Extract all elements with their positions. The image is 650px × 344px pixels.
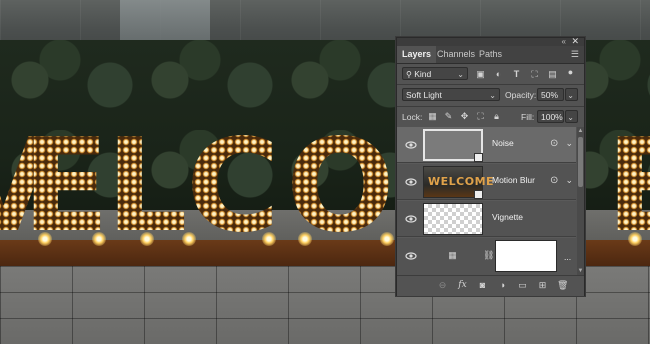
expand-chevron-icon[interactable]: ⌄ <box>565 138 573 149</box>
smart-object-icon <box>474 190 483 199</box>
layer-mask-thumbnail[interactable] <box>495 240 557 272</box>
bulb-glow <box>92 232 106 246</box>
layer-row-adjustment[interactable]: ▦ ⛓ ... <box>397 238 576 275</box>
thumbnail-text: WELCOME <box>428 175 495 188</box>
filter-toggle-icon[interactable]: ● <box>565 67 576 78</box>
bulb-glow <box>628 232 642 246</box>
lock-position-icon[interactable]: ✥ <box>459 111 470 122</box>
layer-row-vignette[interactable]: Vignette <box>397 201 576 237</box>
layers-list: Noise ⊙ ⌄ WELCOME Motion Blur ⊙ ⌄ Vignet… <box>397 127 576 275</box>
blend-mode-value: Soft Light <box>406 90 442 100</box>
layer-name[interactable]: Motion Blur <box>492 175 535 185</box>
eye-icon[interactable] <box>405 250 417 262</box>
folder-icon[interactable]: ▭ <box>517 280 528 291</box>
new-layer-icon[interactable]: ⊞ <box>537 280 548 291</box>
layer-row-motion-blur[interactable]: WELCOME Motion Blur ⊙ ⌄ <box>397 164 576 200</box>
type-filter-icon[interactable]: T <box>511 69 522 80</box>
bulb-glow <box>182 232 196 246</box>
filter-kind-label: Kind <box>414 69 432 79</box>
scroll-thumb[interactable] <box>578 137 583 187</box>
image-filter-icon[interactable]: ▣ <box>475 69 486 80</box>
panel-menu-icon[interactable]: ☰ <box>571 49 579 60</box>
eye-icon[interactable] <box>405 139 417 151</box>
smart-filter-icon[interactable]: ⊙ <box>550 175 562 187</box>
layer-name[interactable]: Noise <box>492 138 514 148</box>
filter-row: ⚲ Kind ⌄ ▣ ◐ T ⛶ ▤ ● <box>397 66 584 82</box>
bulb-glow <box>380 232 394 246</box>
lock-artboard-icon[interactable]: ⛶ <box>475 111 486 122</box>
fill-slider-button[interactable]: ⌄ <box>565 110 578 123</box>
mask-icon[interactable]: ◙ <box>477 280 488 291</box>
fx-icon[interactable]: fx <box>457 280 468 291</box>
divider <box>397 106 584 107</box>
adjustment-icon[interactable]: ◑ <box>497 280 508 291</box>
panel-titlebar: « ✕ <box>397 37 584 46</box>
bulb-glow <box>38 232 52 246</box>
opacity-label: Opacity: <box>505 90 537 100</box>
filter-kind-select[interactable]: ⚲ Kind ⌄ <box>402 67 468 80</box>
smart-object-filter-icon[interactable]: ▤ <box>547 69 558 80</box>
adjustment-filter-icon[interactable]: ◐ <box>493 69 504 80</box>
panel-tabs: Layers Channels Paths ☰ <box>397 46 584 64</box>
shape-filter-icon[interactable]: ⛶ <box>529 69 540 80</box>
lock-label: Lock: <box>402 112 423 122</box>
expand-chevron-icon[interactable]: ⌄ <box>565 175 573 186</box>
chevron-down-icon: ⌄ <box>567 113 574 122</box>
bulb-glow <box>140 232 154 246</box>
lock-all-icon[interactable]: 🔒︎ <box>491 111 502 122</box>
layer-more: ... <box>564 252 572 262</box>
layers-scrollbar[interactable]: ▲ ▼ <box>577 127 584 275</box>
chevron-down-icon: ⌄ <box>457 70 464 79</box>
marquee-letter: E <box>606 122 650 252</box>
bulb-glow <box>298 232 312 246</box>
chevron-down-icon: ⌄ <box>489 91 496 100</box>
smart-filter-icon[interactable]: ⊙ <box>550 138 562 150</box>
blend-mode-select[interactable]: Soft Light ⌄ <box>402 88 500 101</box>
layer-name[interactable]: Vignette <box>492 212 523 222</box>
tab-channels[interactable]: Channels <box>432 46 480 63</box>
eye-icon[interactable] <box>405 176 417 188</box>
fill-input[interactable]: 100% <box>537 110 564 123</box>
fill-label: Fill: <box>521 112 535 122</box>
layer-thumbnail[interactable] <box>423 203 483 235</box>
scroll-down-icon[interactable]: ▼ <box>577 267 584 275</box>
close-icon[interactable]: ✕ <box>571 37 579 46</box>
grid-adjustment-icon[interactable]: ▦ <box>447 250 458 261</box>
panel-footer: ⊖ fx ◙ ◑ ▭ ⊞ 🗑︎ <box>397 275 584 296</box>
link-icon[interactable]: ⊖ <box>437 280 448 291</box>
trash-icon[interactable]: 🗑︎ <box>557 280 568 291</box>
layers-panel: « ✕ Layers Channels Paths ☰ ⚲ Kind ⌄ ▣ ◐… <box>396 37 585 296</box>
chain-link-icon[interactable]: ⛓ <box>483 250 494 261</box>
search-icon: ⚲ <box>406 70 412 79</box>
divider <box>397 84 584 85</box>
layer-row-noise[interactable]: Noise ⊙ ⌄ <box>397 127 576 163</box>
lock-transparent-icon[interactable]: ▦ <box>427 111 438 122</box>
blend-row: Soft Light ⌄ Opacity: 50% ⌄ <box>397 87 584 103</box>
scroll-up-icon[interactable]: ▲ <box>577 127 584 135</box>
lock-paint-icon[interactable]: ✎ <box>443 111 454 122</box>
lock-row: Lock: ▦ ✎ ✥ ⛶ 🔒︎ Fill: 100% ⌄ <box>397 109 584 125</box>
tab-paths[interactable]: Paths <box>474 46 507 63</box>
collapse-icon[interactable]: « <box>562 37 566 46</box>
bulb-glow <box>262 232 276 246</box>
chevron-down-icon: ⌄ <box>567 91 574 100</box>
smart-object-icon <box>474 153 483 162</box>
eye-icon[interactable] <box>405 213 417 225</box>
tab-layers[interactable]: Layers <box>397 46 437 63</box>
opacity-slider-button[interactable]: ⌄ <box>565 88 578 101</box>
opacity-input[interactable]: 50% <box>537 88 564 101</box>
